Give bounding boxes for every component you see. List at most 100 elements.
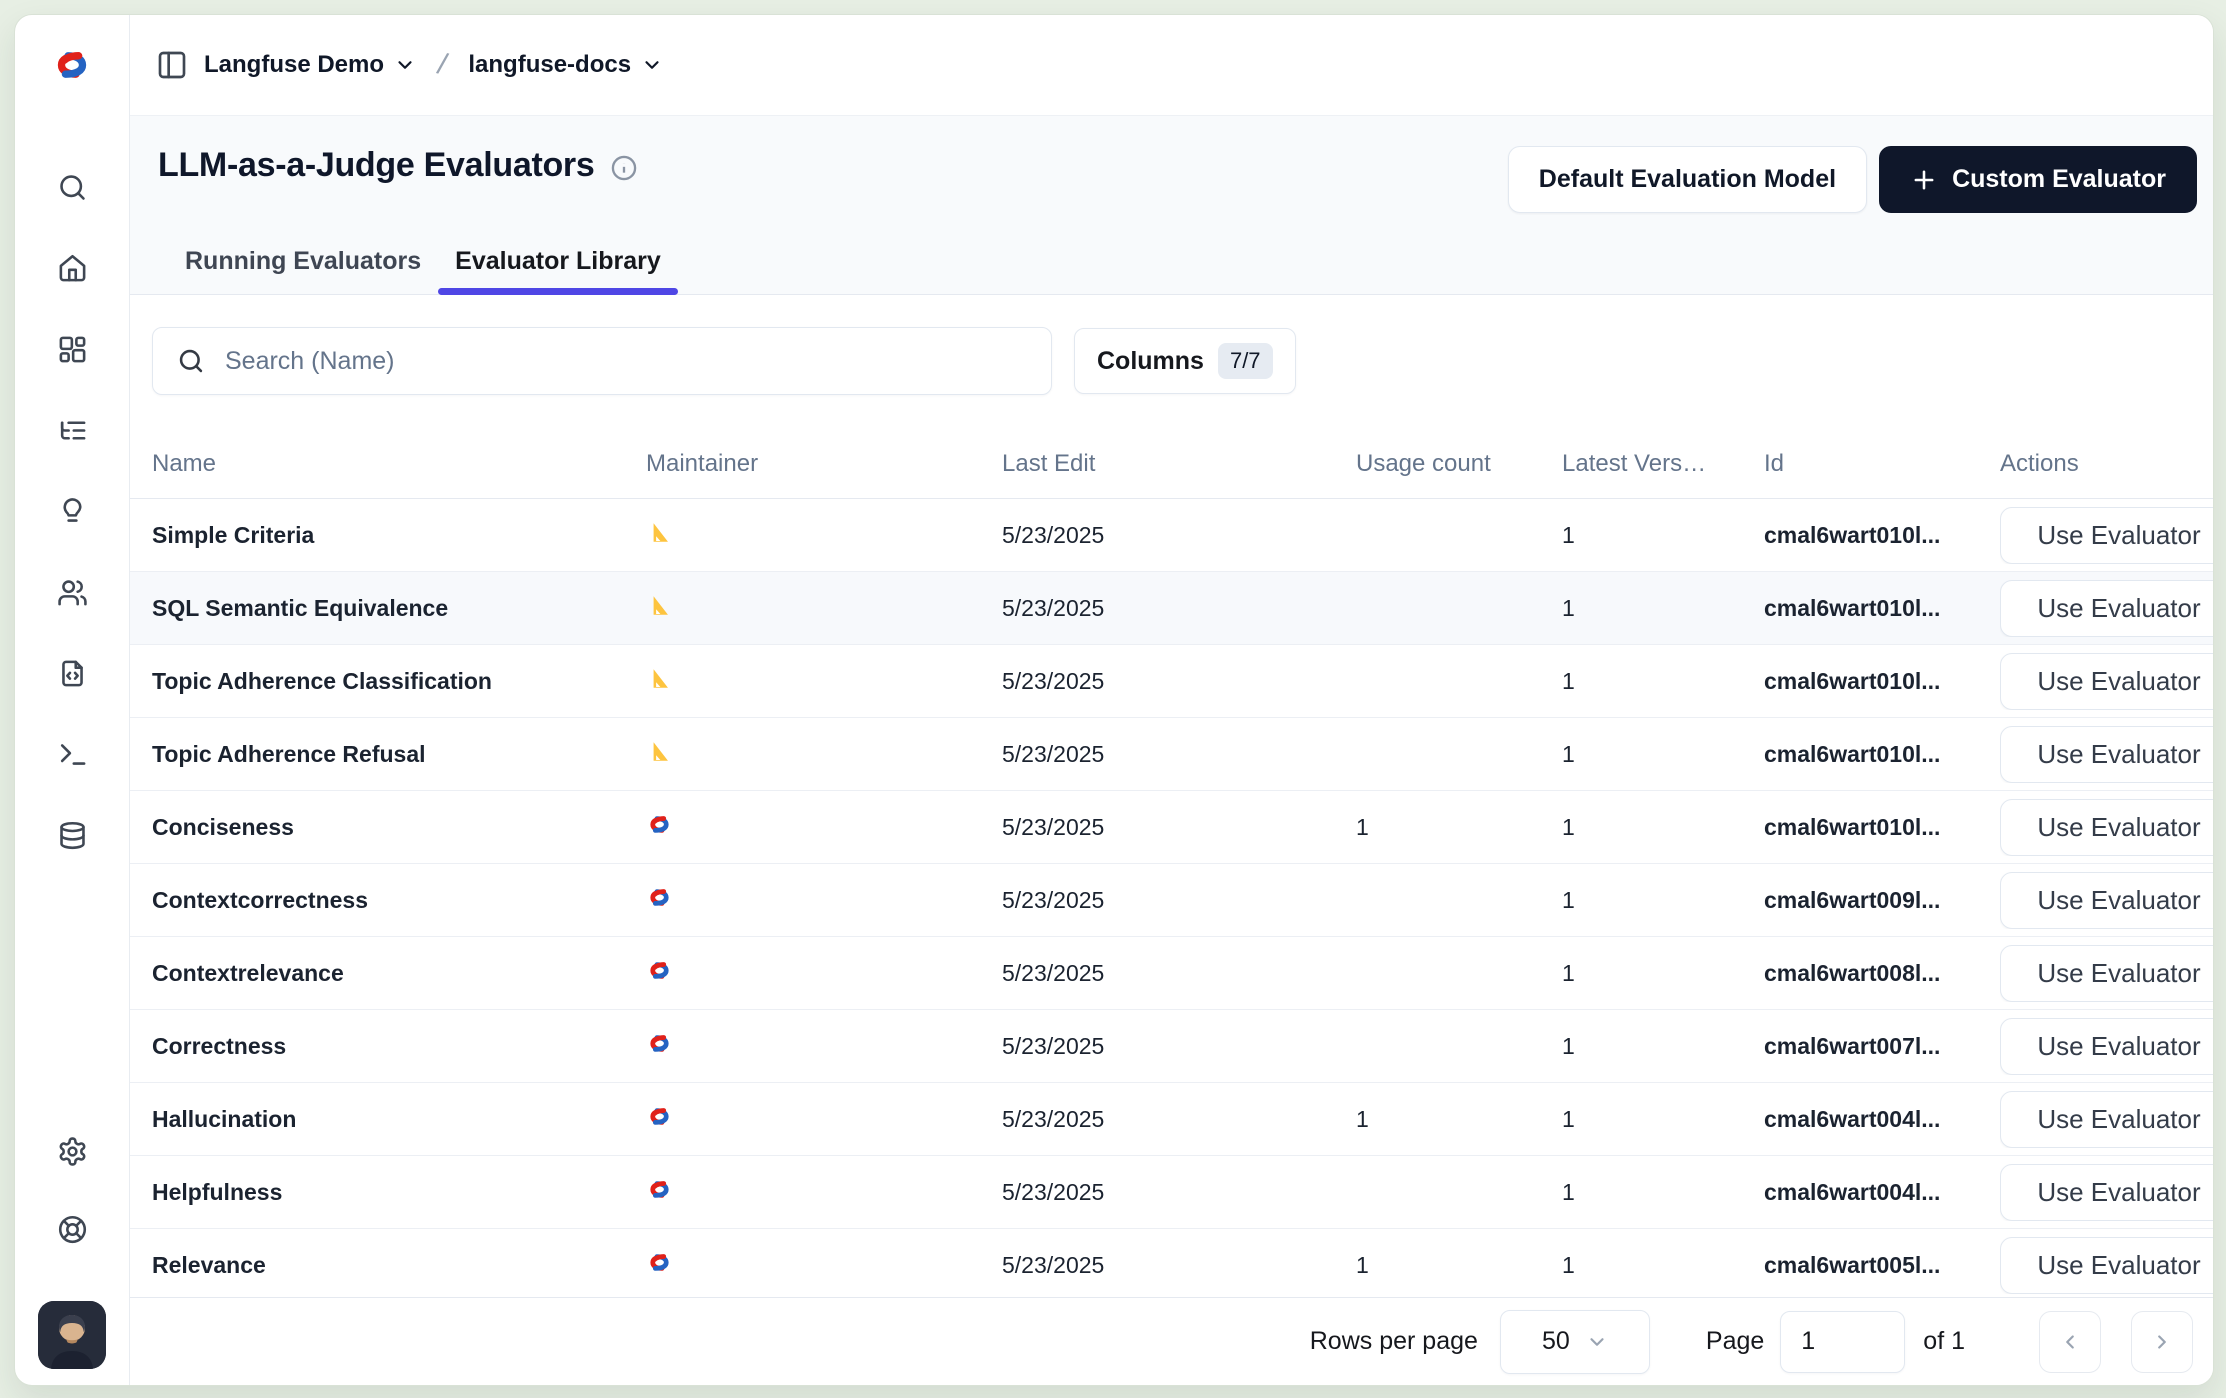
table-row[interactable]: Helpfulness 5/23/2025 1 cmal6wart004l...… xyxy=(130,1156,2213,1229)
usage-count-cell: 1 xyxy=(1356,1106,1562,1133)
evaluator-name: Simple Criteria xyxy=(152,522,646,549)
page-header: LLM-as-a-Judge Evaluators Default Evalua… xyxy=(130,116,2213,295)
pagination-bar: Rows per page 50 Page of 1 xyxy=(130,1297,2213,1385)
use-evaluator-button[interactable]: Use Evaluator xyxy=(2000,1091,2213,1148)
page-title: LLM-as-a-Judge Evaluators xyxy=(158,146,594,185)
langfuse-maintainer-icon xyxy=(646,1103,673,1130)
custom-evaluator-label: Custom Evaluator xyxy=(1952,165,2166,194)
langfuse-maintainer-icon xyxy=(646,1030,673,1057)
table-body: Simple Criteria 5/23/2025 1 cmal6wart010… xyxy=(130,499,2213,1297)
home-icon[interactable] xyxy=(56,252,88,284)
col-header-last-edit: Last Edit xyxy=(1002,450,1356,478)
default-evaluation-model-button[interactable]: Default Evaluation Model xyxy=(1508,146,1867,213)
latest-version-cell: 1 xyxy=(1562,1106,1764,1133)
project-name: langfuse-docs xyxy=(468,51,631,79)
tab-bar: Running Evaluators Evaluator Library xyxy=(168,247,2197,294)
last-edit-cell: 5/23/2025 xyxy=(1002,960,1356,987)
use-evaluator-button[interactable]: Use Evaluator xyxy=(2000,1164,2213,1221)
search-box xyxy=(152,327,1052,395)
project-selector[interactable]: langfuse-docs xyxy=(468,51,663,79)
table-toolbar: Columns 7/7 xyxy=(130,295,2213,429)
next-page-button[interactable] xyxy=(2131,1311,2193,1373)
list-tree-icon[interactable] xyxy=(56,414,88,446)
use-evaluator-button[interactable]: Use Evaluator xyxy=(2000,1237,2213,1294)
maintainer-cell xyxy=(646,811,1002,844)
user-avatar[interactable] xyxy=(38,1301,106,1369)
maintainer-cell xyxy=(646,519,1002,552)
tab-evaluator-library[interactable]: Evaluator Library xyxy=(438,247,678,294)
app-window: Langfuse Demo / langfuse-docs LLM-as-a-J… xyxy=(14,14,2214,1386)
maintainer-cell xyxy=(646,957,1002,990)
evaluator-id-cell: cmal6wart010l... xyxy=(1764,668,2000,695)
use-evaluator-button[interactable]: Use Evaluator xyxy=(2000,580,2213,637)
table-row[interactable]: Topic Adherence Refusal 5/23/2025 1 cmal… xyxy=(130,718,2213,791)
table-row[interactable]: Contextcorrectness 5/23/2025 1 cmal6wart… xyxy=(130,864,2213,937)
last-edit-cell: 5/23/2025 xyxy=(1002,1179,1356,1206)
search-input[interactable] xyxy=(223,346,1027,377)
custom-evaluator-button[interactable]: Custom Evaluator xyxy=(1879,146,2197,213)
ragas-maintainer-icon xyxy=(646,592,673,619)
ragas-maintainer-icon xyxy=(646,738,673,765)
table-row[interactable]: Correctness 5/23/2025 1 cmal6wart007l...… xyxy=(130,1010,2213,1083)
rows-per-page-label: Rows per page xyxy=(1310,1327,1478,1356)
previous-page-button[interactable] xyxy=(2039,1311,2101,1373)
evaluator-id-cell: cmal6wart008l... xyxy=(1764,960,2000,987)
evaluator-name: Contextrelevance xyxy=(152,960,646,987)
last-edit-cell: 5/23/2025 xyxy=(1002,522,1356,549)
search-icon[interactable] xyxy=(56,171,88,203)
latest-version-cell: 1 xyxy=(1562,1033,1764,1060)
evaluator-id-cell: cmal6wart010l... xyxy=(1764,595,2000,622)
evaluator-name: Conciseness xyxy=(152,814,646,841)
use-evaluator-button[interactable]: Use Evaluator xyxy=(2000,726,2213,783)
langfuse-logo[interactable] xyxy=(15,15,129,115)
maintainer-cell xyxy=(646,665,1002,698)
users-icon[interactable] xyxy=(56,576,88,608)
table-row[interactable]: Relevance 5/23/2025 1 1 cmal6wart005l...… xyxy=(130,1229,2213,1297)
langfuse-maintainer-icon xyxy=(646,811,673,838)
langfuse-logo-icon xyxy=(51,44,93,86)
page-label: Page xyxy=(1706,1327,1764,1356)
table-row[interactable]: Topic Adherence Classification 5/23/2025… xyxy=(130,645,2213,718)
usage-count-cell: 1 xyxy=(1356,1252,1562,1279)
table-row[interactable]: Conciseness 5/23/2025 1 1 cmal6wart010l.… xyxy=(130,791,2213,864)
use-evaluator-button[interactable]: Use Evaluator xyxy=(2000,799,2213,856)
tab-running-evaluators[interactable]: Running Evaluators xyxy=(168,247,438,294)
use-evaluator-button[interactable]: Use Evaluator xyxy=(2000,1018,2213,1075)
rows-per-page-select[interactable]: 50 xyxy=(1500,1310,1650,1374)
latest-version-cell: 1 xyxy=(1562,595,1764,622)
use-evaluator-button[interactable]: Use Evaluator xyxy=(2000,945,2213,1002)
ragas-maintainer-icon xyxy=(646,665,673,692)
org-name: Langfuse Demo xyxy=(204,51,384,79)
lightbulb-icon[interactable] xyxy=(56,495,88,527)
evaluator-id-cell: cmal6wart010l... xyxy=(1764,522,2000,549)
chevron-down-icon xyxy=(641,54,663,76)
table-row[interactable]: Hallucination 5/23/2025 1 1 cmal6wart004… xyxy=(130,1083,2213,1156)
evaluator-name: SQL Semantic Equivalence xyxy=(152,595,646,622)
info-icon[interactable] xyxy=(610,154,638,182)
use-evaluator-button[interactable]: Use Evaluator xyxy=(2000,507,2213,564)
sidebar-toggle-icon[interactable] xyxy=(156,49,188,81)
lifebuoy-icon[interactable] xyxy=(56,1213,88,1245)
latest-version-cell: 1 xyxy=(1562,741,1764,768)
use-evaluator-button[interactable]: Use Evaluator xyxy=(2000,872,2213,929)
evaluator-id-cell: cmal6wart005l... xyxy=(1764,1252,2000,1279)
latest-version-cell: 1 xyxy=(1562,960,1764,987)
columns-button[interactable]: Columns 7/7 xyxy=(1074,328,1296,394)
terminal-icon[interactable] xyxy=(56,738,88,770)
table-row[interactable]: Simple Criteria 5/23/2025 1 cmal6wart010… xyxy=(130,499,2213,572)
last-edit-cell: 5/23/2025 xyxy=(1002,814,1356,841)
maintainer-cell xyxy=(646,1103,1002,1136)
gear-icon[interactable] xyxy=(56,1135,88,1167)
use-evaluator-button[interactable]: Use Evaluator xyxy=(2000,653,2213,710)
table-row[interactable]: Contextrelevance 5/23/2025 1 cmal6wart00… xyxy=(130,937,2213,1010)
file-code-icon[interactable] xyxy=(56,657,88,689)
org-selector[interactable]: Langfuse Demo xyxy=(204,51,416,79)
page-number-input[interactable] xyxy=(1780,1311,1905,1373)
col-header-usage-count: Usage count xyxy=(1356,450,1562,478)
breadcrumb: Langfuse Demo / langfuse-docs xyxy=(130,15,2213,116)
chevron-down-icon xyxy=(1586,1331,1608,1353)
table-row[interactable]: SQL Semantic Equivalence 5/23/2025 1 cma… xyxy=(130,572,2213,645)
database-icon[interactable] xyxy=(56,819,88,851)
dashboard-grid-icon[interactable] xyxy=(56,333,88,365)
langfuse-maintainer-icon xyxy=(646,1176,673,1203)
